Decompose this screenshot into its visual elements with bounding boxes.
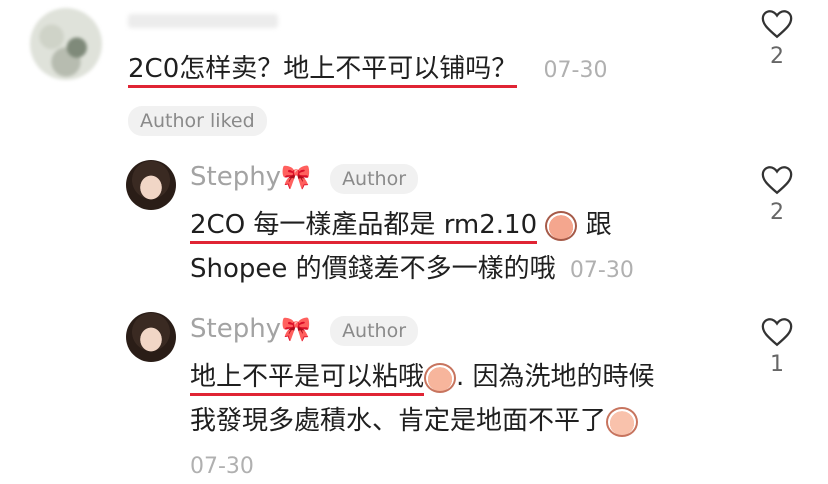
reply-highlight: 地上不平是可以粘哦 — [190, 362, 425, 396]
reply-avatar[interactable] — [126, 312, 176, 362]
comment-text: 2C0怎样卖？地上不平可以铺吗？ — [128, 54, 518, 88]
author-liked-badge: Author liked — [128, 106, 267, 136]
reply-text: 我發現多處積水、肯定是地面不平了 — [190, 406, 607, 436]
reply-date: 07-30 — [190, 454, 254, 479]
reply-line-2: 我發現多處積水、肯定是地面不平了 — [190, 404, 639, 438]
author-badge: Author — [330, 164, 419, 194]
heart-icon — [761, 10, 793, 39]
heart-icon — [761, 166, 793, 195]
reply-avatar[interactable] — [126, 160, 176, 210]
reply-like-button[interactable]: 2 — [760, 164, 794, 225]
reply-like-button[interactable]: 1 — [760, 316, 794, 377]
cool-emoji-icon — [545, 210, 578, 241]
commenter-avatar[interactable] — [30, 8, 102, 80]
peach-emoji-icon — [424, 362, 457, 393]
reply-text: Shopee 的價錢差不多一樣的哦 — [190, 254, 556, 284]
reply-header: Stephy🎀 Author — [190, 162, 419, 194]
commenter-username-blurred[interactable] — [128, 14, 278, 28]
reply-text-after: 跟 — [585, 210, 612, 240]
bow-emoji: 🎀 — [281, 315, 311, 343]
reply-username[interactable]: Stephy — [190, 314, 281, 344]
comment-date: 07-30 — [543, 58, 608, 83]
author-badge: Author — [330, 316, 419, 346]
comment-like-count: 2 — [770, 44, 784, 69]
reply-date: 07-30 — [569, 258, 634, 283]
heart-icon — [761, 318, 793, 347]
reply-username[interactable]: Stephy — [190, 162, 281, 192]
reply-line-1: 地上不平是可以粘哦 . 因為洗地的時候 — [190, 360, 655, 396]
reply-text-after: . 因為洗地的時候 — [456, 362, 655, 392]
comment-text-row: 2C0怎样卖？地上不平可以铺吗？ 07-30 — [128, 52, 607, 88]
reply-like-count: 1 — [770, 352, 784, 377]
comment-like-button[interactable]: 2 — [760, 8, 794, 69]
reply-line-1: 2CO 每一樣產品都是 rm2.10 跟 — [190, 208, 612, 244]
bow-emoji: 🎀 — [281, 163, 311, 191]
crying-emoji-icon — [606, 406, 639, 437]
reply-highlight: 2CO 每一樣產品都是 rm2.10 — [190, 210, 538, 244]
reply-header: Stephy🎀 Author — [190, 314, 419, 346]
reply-line-2: Shopee 的價錢差不多一樣的哦 07-30 — [190, 252, 634, 288]
reply-like-count: 2 — [770, 200, 784, 225]
